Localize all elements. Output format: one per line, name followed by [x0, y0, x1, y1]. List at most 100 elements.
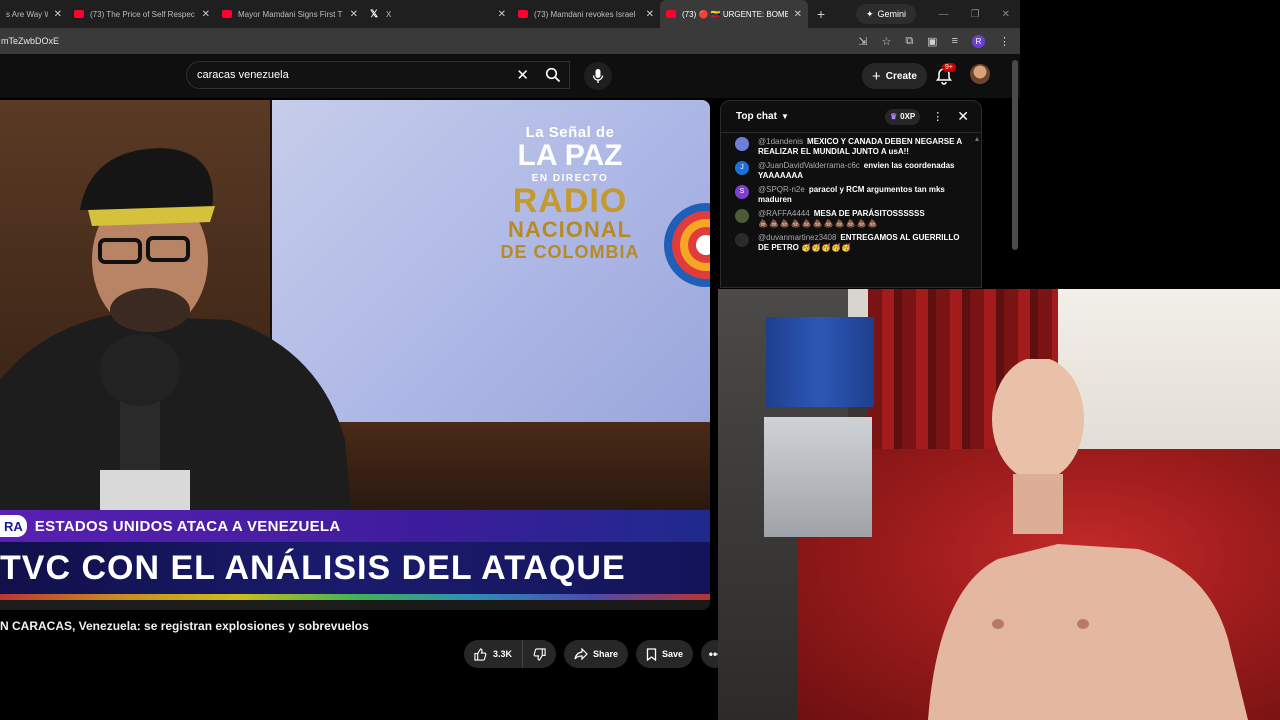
streamer-figure: [928, 359, 1248, 720]
tab-title: s Are Way W: [6, 9, 48, 19]
create-label: Create: [885, 70, 917, 82]
browser-tab-active[interactable]: (73) 🔴 🇻🇪 URGENTE: BOMBA ✕: [660, 0, 808, 28]
video-player[interactable]: La Señal de LA PAZ EN DIRECTO RADIO NACI…: [0, 100, 710, 610]
screen: s Are Way W ✕ (73) The Price of Self Res…: [0, 0, 1280, 720]
plus-icon: +: [872, 67, 881, 85]
radio-nacional-logo: La Señal de LA PAZ EN DIRECTO RADIO NACI…: [470, 124, 670, 263]
reading-list-icon[interactable]: ≡: [952, 35, 958, 47]
chat-author[interactable]: @1dandenis: [758, 137, 803, 146]
search-input[interactable]: [197, 69, 507, 81]
logo-line: LA PAZ: [517, 139, 623, 172]
logo-line: NACIONAL: [507, 217, 633, 242]
account-avatar[interactable]: [970, 64, 990, 84]
bookmark-icon: [646, 647, 657, 661]
chat-avatar: J: [735, 161, 749, 175]
youtube-icon: [666, 10, 676, 18]
chat-header: Top chat ▼ ♛ 0XP ⋮ ✕: [721, 101, 981, 133]
tab-title: Mayor Mamdani Signs First T: [238, 9, 343, 19]
chat-message: J @JuanDavidValderrama-c6c envien las coo…: [735, 161, 965, 181]
tab-close-icon[interactable]: ✕: [54, 9, 62, 20]
chat-emoji: 💩💩💩💩💩💩💩💩💩💩💩: [758, 219, 879, 228]
browser-tab[interactable]: (73) Mamdani revokes Israel ✕: [512, 0, 660, 28]
youtube-icon: [74, 10, 84, 18]
gemini-sparkle-icon: ✦: [866, 8, 874, 19]
share-button[interactable]: Share: [564, 640, 629, 668]
create-button[interactable]: + Create: [862, 63, 927, 89]
maximize-icon[interactable]: ❐: [971, 9, 980, 20]
browser-tab[interactable]: s Are Way W ✕: [0, 0, 68, 28]
logo-spiral-emblem: [664, 203, 710, 287]
video-title: N CARACAS, Venezuela: se registran explo…: [0, 619, 369, 633]
save-button[interactable]: Save: [636, 640, 694, 668]
url-field[interactable]: mTeZwbDOxE: [0, 36, 59, 46]
browser-tab-bar: s Are Way W ✕ (73) The Price of Self Res…: [0, 0, 1020, 28]
chat-avatar: S: [735, 185, 749, 199]
youtube-icon: [518, 10, 528, 18]
chat-author[interactable]: @duvanmartinez3408: [758, 233, 836, 242]
minimize-icon[interactable]: —: [939, 9, 949, 20]
tab-close-icon[interactable]: ✕: [202, 9, 210, 20]
browser-tab[interactable]: (73) The Price of Self Respec ✕: [68, 0, 216, 28]
chat-author[interactable]: @SPQR-n2e: [758, 185, 805, 194]
youtube-icon: [222, 10, 232, 18]
crown-icon: ♛: [889, 112, 898, 121]
chat-scrollbar[interactable]: [975, 137, 979, 277]
xp-badge[interactable]: ♛ 0XP: [884, 108, 921, 125]
tab-title: (73) 🔴 🇻🇪 URGENTE: BOMBA: [682, 9, 788, 19]
chevron-down-icon: ▼: [780, 112, 789, 121]
chat-mode-dropdown[interactable]: Top chat ▼: [736, 111, 789, 122]
tab-close-icon[interactable]: ✕: [350, 9, 358, 20]
tab-title: (73) The Price of Self Respec: [90, 9, 195, 19]
chat-message: @1dandenis MEXICO Y CANADA DEBEN NEGARSE …: [735, 137, 965, 157]
share-label: Share: [593, 649, 619, 659]
new-tab-button[interactable]: +: [808, 6, 834, 22]
address-bar-icons: ⇲ ☆ ⧉ ▣ ≡ R ⋮: [858, 34, 1020, 48]
chat-message: @RAFFA4444 MESA DE PARÁSITOSSSSSS 💩💩💩💩💩💩💩💩…: [735, 209, 965, 229]
chat-avatar: [735, 137, 749, 151]
clear-search-icon[interactable]: ✕: [516, 66, 529, 84]
tab-title: X: [386, 9, 392, 19]
mini-fridge: [764, 417, 872, 537]
tab-close-icon[interactable]: ✕: [498, 9, 506, 20]
chat-author[interactable]: @JuanDavidValderrama-c6c: [758, 161, 860, 170]
headline-banner: TVC CON EL ANÁLISIS DEL ATAQUE: [0, 542, 710, 594]
live-chat-panel: Top chat ▼ ♛ 0XP ⋮ ✕ @1dandenis MEXICO Y …: [720, 100, 982, 288]
youtube-header: ✕ + Create 9+: [0, 54, 1020, 98]
chat-message: S @SPQR-n2e paracol y RCM argumentos tan …: [735, 185, 965, 205]
tab-close-icon[interactable]: ✕: [646, 9, 654, 20]
address-bar: mTeZwbDOxE ⇲ ☆ ⧉ ▣ ≡ R ⋮: [0, 28, 1020, 54]
page-scrollbar[interactable]: [1012, 60, 1018, 250]
like-count: 3.3K: [493, 649, 513, 659]
dislike-button[interactable]: [522, 640, 556, 668]
search-box: ✕: [186, 61, 570, 89]
chat-author[interactable]: @RAFFA4444: [758, 209, 810, 218]
chat-mode-label: Top chat: [736, 111, 777, 122]
like-button[interactable]: 3.3K: [464, 640, 522, 668]
tab-close-icon[interactable]: ✕: [794, 9, 802, 20]
bookmark-star-icon[interactable]: ☆: [881, 35, 891, 48]
chat-menu-icon[interactable]: ⋮: [932, 110, 943, 123]
extensions-icon[interactable]: ⧉: [905, 35, 913, 48]
browser-tab[interactable]: Mayor Mamdani Signs First T ✕: [216, 0, 364, 28]
voice-search-button[interactable]: [584, 62, 612, 90]
window-close-icon[interactable]: ✕: [1002, 9, 1010, 20]
xp-label: 0XP: [900, 112, 916, 121]
window-controls: — ❐ ✕: [939, 9, 1020, 20]
breaking-badge: RA: [0, 515, 27, 537]
browser-menu-icon[interactable]: ⋮: [999, 35, 1010, 48]
chat-avatar: [735, 233, 749, 247]
gemini-label: Gemini: [877, 9, 907, 19]
headline-text: TVC CON EL ANÁLISIS DEL ATAQUE: [0, 548, 626, 587]
chat-close-icon[interactable]: ✕: [957, 108, 969, 125]
rainbow-stripe: [0, 594, 710, 600]
browser-tab[interactable]: 𝕏 X ✕: [364, 0, 512, 28]
install-app-icon[interactable]: ⇲: [858, 35, 867, 48]
search-button[interactable]: [537, 62, 569, 88]
logo-line: RADIO: [512, 182, 628, 220]
profile-avatar[interactable]: R: [972, 34, 985, 48]
tab-title: (73) Mamdani revokes Israel: [534, 9, 636, 19]
chat-text: MESA DE PARÁSITOSSSSSS: [813, 209, 925, 218]
chat-messages: @1dandenis MEXICO Y CANADA DEBEN NEGARSE …: [721, 137, 981, 253]
gemini-button[interactable]: ✦ Gemini: [856, 4, 917, 24]
split-view-icon[interactable]: ▣: [927, 35, 937, 48]
